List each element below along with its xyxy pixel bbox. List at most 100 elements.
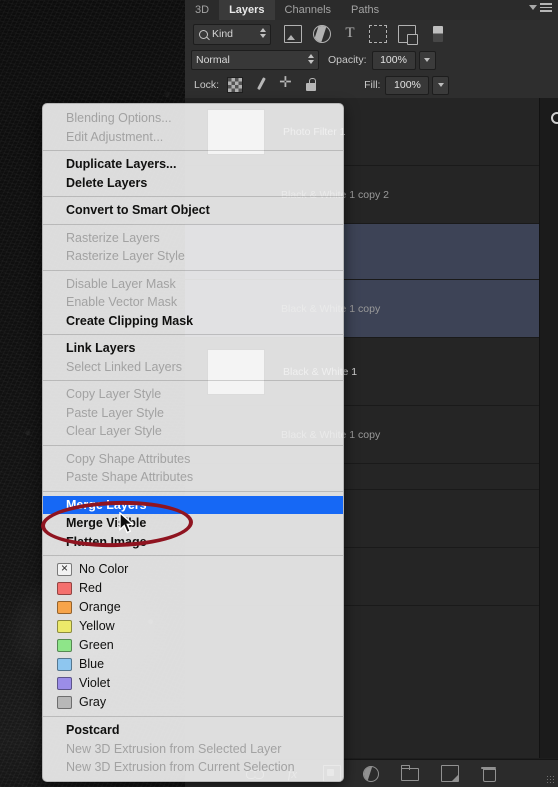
smart-object-filter-icon[interactable]: [398, 25, 416, 43]
blend-mode-row: Normal Opacity: 100%: [185, 48, 558, 73]
color-swatch-icon: [57, 677, 72, 690]
screenshot-root: 3D Layers Channels Paths Kind T: [0, 0, 558, 787]
filter-icon-group: T: [284, 25, 443, 43]
lock-position-icon[interactable]: [279, 78, 293, 92]
search-icon: [199, 30, 208, 39]
fill-value[interactable]: 100%: [385, 76, 429, 95]
new-group-icon[interactable]: [401, 768, 419, 781]
delete-layer-icon[interactable]: [481, 766, 497, 781]
tab-3d-label: 3D: [195, 4, 209, 16]
stepper-icon: [308, 54, 314, 64]
menu-item[interactable]: Convert to Smart Object: [43, 201, 343, 220]
menu-item: Paste Layer Style: [43, 404, 343, 423]
lock-icon-group: [227, 77, 318, 93]
color-swatch-icon: [57, 696, 72, 709]
menu-item: Edit Adjustment...: [43, 128, 343, 147]
blend-mode-select[interactable]: Normal: [191, 50, 319, 70]
menu-separator: [43, 555, 343, 556]
menu-item[interactable]: Postcard: [43, 721, 343, 740]
menu-separator: [43, 445, 343, 446]
menu-separator: [43, 150, 343, 151]
menu-item-label: Green: [79, 636, 114, 655]
opacity-label: Opacity:: [328, 54, 367, 66]
menu-item[interactable]: Link Layers: [43, 339, 343, 358]
menu-item[interactable]: No Color: [43, 560, 343, 579]
fill-dropdown-icon[interactable]: [432, 76, 449, 95]
filter-kind-label: Kind: [212, 28, 233, 40]
menu-item[interactable]: Merge Layers: [43, 496, 343, 515]
panel-tab-bar: 3D Layers Channels Paths: [185, 0, 558, 21]
stepper-icon: [260, 28, 266, 38]
filter-toggle-icon[interactable]: [433, 26, 443, 42]
menu-separator: [43, 380, 343, 381]
menu-item: Rasterize Layers: [43, 229, 343, 248]
menu-item-label: Red: [79, 579, 102, 598]
type-glyph: T: [345, 25, 354, 41]
menu-separator: [43, 196, 343, 197]
lock-image-pixels-icon[interactable]: [254, 78, 268, 92]
tab-channels-label: Channels: [285, 4, 331, 16]
color-swatch-icon: [57, 582, 72, 595]
menu-item[interactable]: Gray: [43, 693, 343, 712]
menu-item-label: Blue: [79, 655, 104, 674]
menu-item: Disable Layer Mask: [43, 275, 343, 294]
adjustment-layers-filter-icon[interactable]: [313, 25, 331, 43]
lock-all-icon[interactable]: [304, 78, 318, 92]
tab-paths-label: Paths: [351, 4, 379, 16]
menu-item-label: Orange: [79, 598, 121, 617]
menu-item: Copy Layer Style: [43, 385, 343, 404]
color-swatch-icon: [57, 658, 72, 671]
menu-separator: [43, 491, 343, 492]
opacity-dropdown-icon[interactable]: [419, 51, 436, 70]
menu-separator: [43, 334, 343, 335]
panel-scrollbar[interactable]: [539, 98, 558, 758]
filter-kind-select[interactable]: Kind: [193, 24, 271, 45]
tab-channels[interactable]: Channels: [275, 0, 341, 20]
menu-item[interactable]: Violet: [43, 674, 343, 693]
color-swatch-icon: [57, 620, 72, 633]
menu-item[interactable]: Yellow: [43, 617, 343, 636]
menu-item[interactable]: Blue: [43, 655, 343, 674]
menu-item: Paste Shape Attributes: [43, 468, 343, 487]
new-layer-icon[interactable]: [441, 765, 459, 782]
menu-item[interactable]: Orange: [43, 598, 343, 617]
menu-item-label: Gray: [79, 693, 106, 712]
menu-item[interactable]: Flatten Image: [43, 533, 343, 552]
menu-separator: [43, 224, 343, 225]
menu-item[interactable]: Red: [43, 579, 343, 598]
color-swatch-icon: [57, 639, 72, 652]
shape-layers-filter-icon[interactable]: [369, 25, 387, 43]
tab-layers[interactable]: Layers: [219, 0, 274, 20]
menu-item-label: No Color: [79, 560, 128, 579]
menu-item: Select Linked Layers: [43, 358, 343, 377]
pixel-layers-filter-icon[interactable]: [284, 25, 302, 43]
lock-transparent-pixels-icon[interactable]: [227, 77, 243, 93]
menu-item: New 3D Extrusion from Selected Layer: [43, 740, 343, 759]
new-adjustment-layer-icon[interactable]: [363, 766, 379, 782]
layer-context-menu[interactable]: Blending Options...Edit Adjustment...Dup…: [42, 103, 344, 782]
tab-3d[interactable]: 3D: [185, 0, 219, 20]
type-layers-filter-icon[interactable]: T: [342, 26, 358, 42]
menu-item: Enable Vector Mask: [43, 293, 343, 312]
layer-filter-row: Kind T: [185, 20, 558, 49]
fill-label: Fill:: [364, 79, 380, 91]
menu-item[interactable]: Merge Visible: [43, 514, 343, 533]
menu-item[interactable]: Duplicate Layers...: [43, 155, 343, 174]
color-swatch-icon: [57, 563, 72, 576]
hamburger-icon: [540, 3, 552, 12]
lock-label: Lock:: [194, 79, 219, 91]
menu-item[interactable]: Delete Layers: [43, 174, 343, 193]
tab-paths[interactable]: Paths: [341, 0, 389, 20]
resize-grip-icon[interactable]: [546, 775, 554, 783]
menu-item: Rasterize Layer Style: [43, 247, 343, 266]
lock-row: Lock: Fill: 100%: [185, 72, 558, 99]
chevron-down-icon: [529, 5, 537, 10]
opacity-value[interactable]: 100%: [372, 51, 416, 70]
color-swatch-icon: [57, 601, 72, 614]
menu-item[interactable]: Green: [43, 636, 343, 655]
menu-item-label: Violet: [79, 674, 110, 693]
gear-icon[interactable]: [549, 110, 558, 123]
menu-item[interactable]: Create Clipping Mask: [43, 312, 343, 331]
panel-menu-icon[interactable]: [529, 3, 552, 12]
menu-separator: [43, 716, 343, 717]
